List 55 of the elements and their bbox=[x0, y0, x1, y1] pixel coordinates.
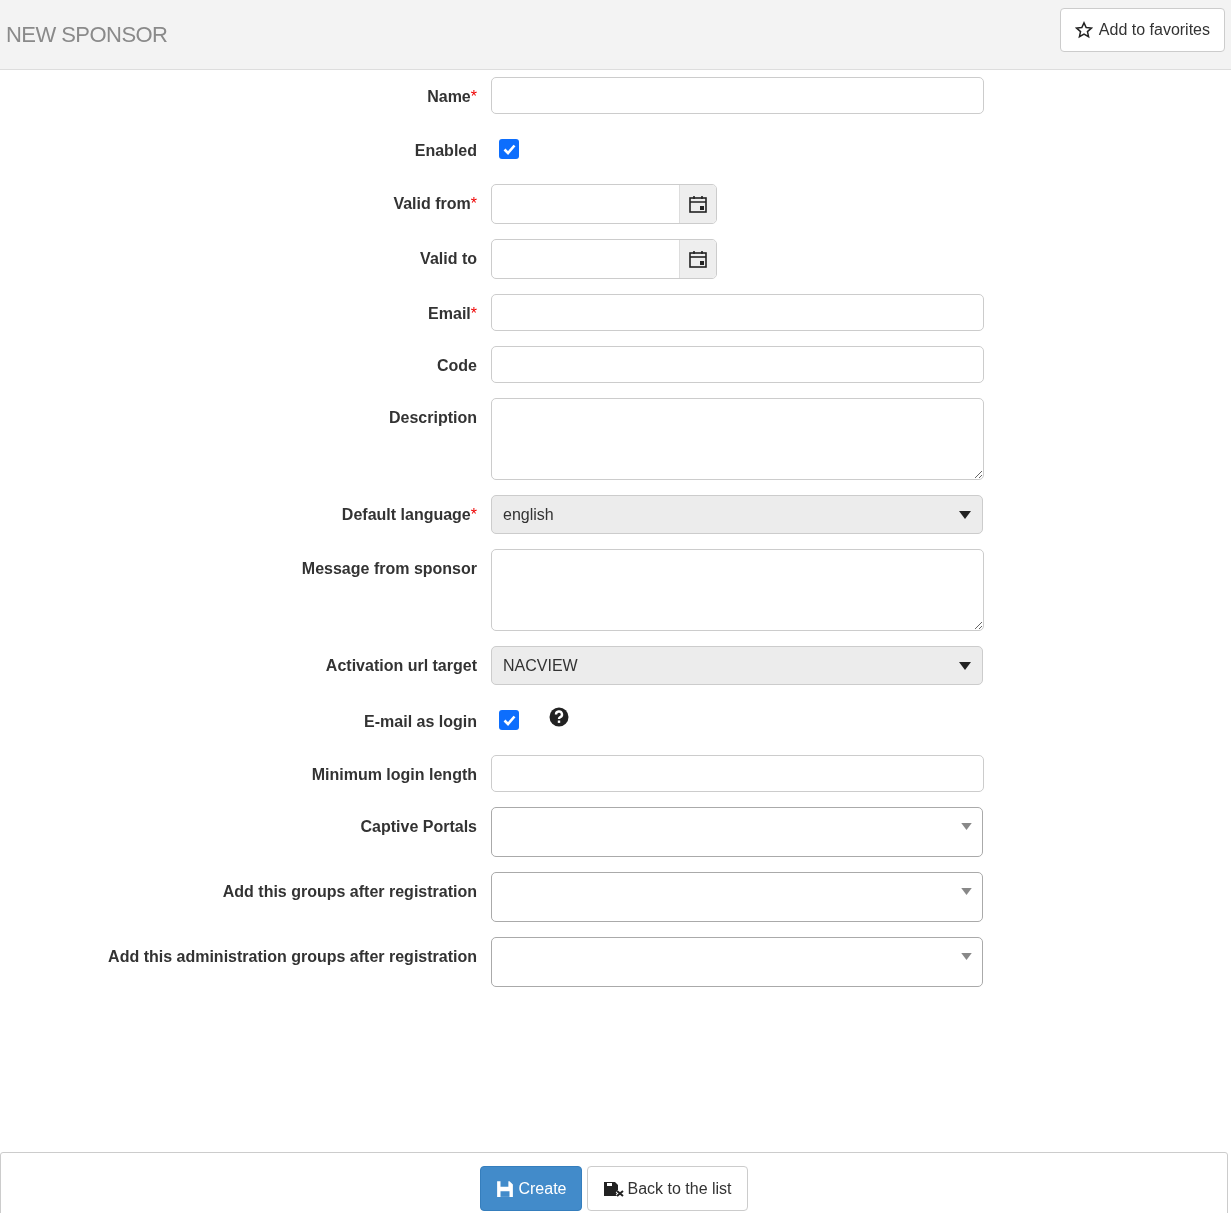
save-icon bbox=[496, 1179, 515, 1198]
calendar-button[interactable] bbox=[679, 240, 716, 278]
field-label: Name bbox=[427, 87, 471, 107]
required-marker: * bbox=[470, 304, 477, 324]
field-label: Add this administration groups after registration bbox=[108, 947, 477, 967]
caret-icon bbox=[959, 510, 971, 519]
text-area-field[interactable] bbox=[491, 549, 984, 631]
calendar-icon bbox=[688, 194, 708, 214]
multi-select-field[interactable] bbox=[491, 807, 983, 857]
dropdown-value: english bbox=[503, 504, 554, 525]
caret-icon bbox=[959, 661, 971, 670]
field-label: Valid from bbox=[393, 194, 471, 214]
field-label: Captive Portals bbox=[360, 817, 477, 837]
text-input-field[interactable] bbox=[491, 77, 984, 114]
field-label: Message from sponsor bbox=[301, 559, 477, 579]
multi-select-field[interactable] bbox=[491, 937, 983, 987]
calendar-icon bbox=[688, 249, 708, 269]
calendar-button[interactable] bbox=[679, 185, 716, 223]
cancel-save-icon bbox=[603, 1179, 626, 1198]
dropdown-field[interactable]: NACVIEW bbox=[491, 646, 983, 685]
field-label: Code bbox=[437, 356, 477, 376]
text-input-field[interactable] bbox=[491, 294, 984, 331]
field-label: Activation url target bbox=[325, 656, 477, 676]
dropdown-field[interactable]: english bbox=[491, 495, 983, 534]
date-input-field[interactable] bbox=[491, 184, 717, 224]
text-input-field[interactable] bbox=[491, 755, 984, 792]
text-input-field[interactable] bbox=[491, 346, 984, 383]
field-label: Minimum login length bbox=[311, 765, 477, 785]
field-label: Valid to bbox=[420, 249, 477, 269]
required-marker: * bbox=[470, 87, 477, 107]
text-area-field[interactable] bbox=[491, 398, 984, 480]
required-marker: * bbox=[470, 505, 477, 525]
checkmark-icon bbox=[502, 143, 516, 155]
checkbox[interactable] bbox=[499, 139, 519, 159]
star-icon bbox=[1074, 20, 1093, 39]
field-label: Default language bbox=[341, 505, 471, 525]
field-label: Add this groups after registration bbox=[222, 882, 477, 902]
create-button[interactable]: Create bbox=[480, 1166, 583, 1211]
caret-icon bbox=[961, 888, 972, 895]
field-label: Email bbox=[428, 304, 471, 324]
date-input-field[interactable] bbox=[491, 239, 717, 279]
caret-icon bbox=[961, 953, 972, 960]
help-icon[interactable] bbox=[549, 707, 569, 727]
field-label: E-mail as login bbox=[364, 712, 477, 732]
multi-select-field[interactable] bbox=[491, 872, 983, 922]
dropdown-value: NACVIEW bbox=[503, 655, 578, 676]
page-title: NEW SPONSOR bbox=[6, 21, 168, 49]
field-label: Description bbox=[389, 408, 477, 428]
checkmark-icon bbox=[502, 714, 516, 726]
back-to-list-button[interactable]: Back to the list bbox=[587, 1166, 748, 1211]
required-marker: * bbox=[470, 194, 477, 214]
checkbox[interactable] bbox=[499, 710, 519, 730]
field-label: Enabled bbox=[414, 141, 477, 161]
add-to-favorites-button[interactable]: Add to favorites bbox=[1059, 7, 1225, 52]
caret-icon bbox=[961, 823, 972, 830]
